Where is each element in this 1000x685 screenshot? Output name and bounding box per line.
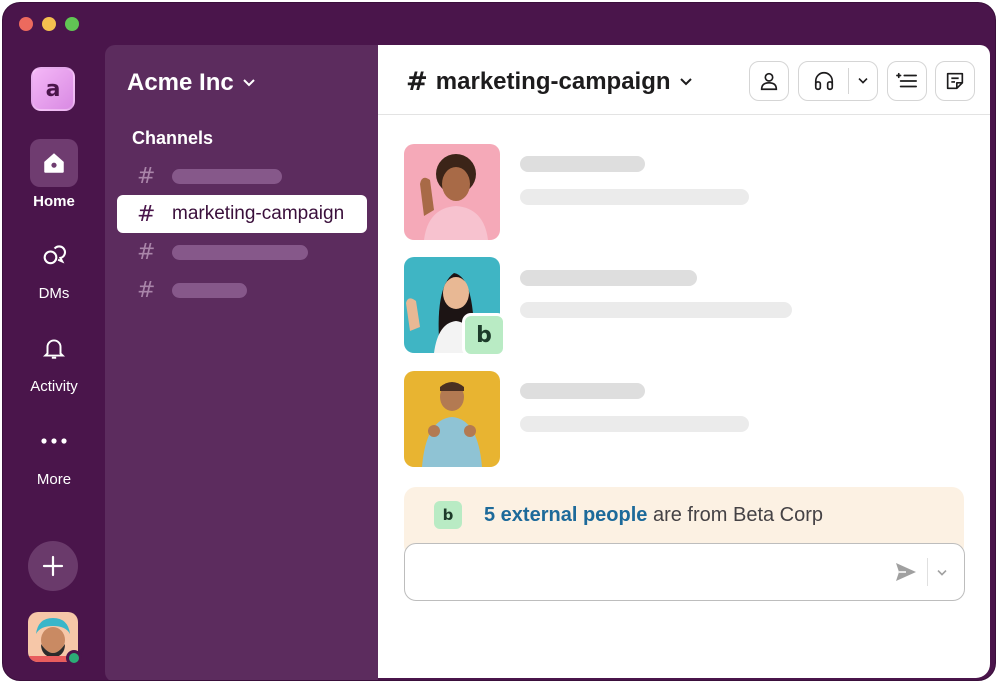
message-text-placeholder: [520, 416, 749, 432]
channels-section-title[interactable]: Channels: [132, 128, 213, 149]
huddle-button[interactable]: [798, 61, 878, 101]
sidebar-channel[interactable]: #: [117, 271, 367, 309]
external-org-badge: b: [462, 313, 506, 357]
person-photo-image: [404, 144, 500, 240]
send-button[interactable]: [894, 561, 918, 588]
workspace-logo-letter: a: [45, 76, 61, 102]
rail-item-dms[interactable]: DMs: [3, 231, 105, 302]
sidebar-channel-marketing-campaign[interactable]: # marketing-campaign: [117, 195, 367, 233]
message-text-placeholder: [520, 302, 792, 318]
chevron-down-icon: [858, 78, 868, 84]
rail-item-label: Activity: [30, 378, 78, 395]
huddle-options-button[interactable]: [849, 77, 877, 85]
note-icon: [946, 72, 964, 90]
channel-name: marketing-campaign: [172, 203, 345, 224]
online-status-indicator: [66, 650, 82, 666]
hash-icon: #: [406, 67, 428, 97]
external-org-badge: b: [434, 501, 462, 529]
chevron-down-icon: [243, 79, 255, 87]
channel-sidebar: Acme Inc Channels # # marketing-campaign…: [105, 45, 378, 680]
composer-divider: [927, 558, 928, 586]
home-icon: [30, 139, 78, 187]
rail-item-more[interactable]: More: [3, 417, 105, 488]
app-window: a Home DMs Activity More Acme Inc Channe…: [2, 2, 996, 681]
channel-name-placeholder: [172, 282, 247, 298]
user-avatar[interactable]: [28, 612, 82, 666]
bell-icon: [30, 324, 78, 372]
message-author-placeholder: [520, 156, 645, 172]
canvas-button[interactable]: [935, 61, 975, 101]
rail-item-activity[interactable]: Activity: [3, 324, 105, 395]
channel-name-placeholder: [172, 244, 308, 260]
channel-details-button[interactable]: [887, 61, 927, 101]
rail-item-home[interactable]: Home: [3, 139, 105, 210]
channel-title-button[interactable]: # marketing-campaign: [406, 67, 693, 97]
chevron-down-icon: [679, 78, 692, 86]
left-rail: a Home DMs Activity More: [3, 3, 105, 680]
external-people-link[interactable]: 5 external people: [484, 504, 647, 526]
headphones-icon: [814, 72, 833, 91]
hash-icon: #: [137, 239, 156, 265]
external-people-text: 5 external people are from Beta Corp: [484, 504, 823, 527]
send-icon: [896, 563, 916, 581]
more-dots-icon: [30, 417, 78, 465]
hash-icon: #: [137, 201, 156, 227]
message-author-placeholder: [520, 270, 697, 286]
external-org-badge-letter: b: [442, 506, 454, 524]
person-icon: [760, 72, 778, 91]
workspace-name: Acme Inc: [127, 69, 234, 96]
workspace-logo[interactable]: a: [31, 67, 75, 111]
channel-name-placeholder: [172, 168, 282, 184]
dms-icon: [30, 231, 78, 279]
send-options-button[interactable]: [936, 564, 948, 582]
list-icon: [896, 72, 917, 88]
rail-item-label: Home: [33, 193, 75, 210]
hash-icon: #: [137, 277, 156, 303]
channel-header: # marketing-campaign: [378, 45, 990, 115]
workspace-switcher[interactable]: Acme Inc: [127, 69, 256, 97]
message-text-placeholder: [520, 189, 749, 205]
sidebar-channel[interactable]: #: [117, 233, 367, 271]
channel-title: marketing-campaign: [435, 68, 671, 95]
rail-item-label: More: [36, 471, 72, 488]
external-people-rest: are from Beta Corp: [647, 504, 824, 526]
message-author-placeholder: [520, 383, 645, 399]
person-photo-image: [404, 371, 500, 467]
message-avatar[interactable]: [404, 144, 500, 240]
message-composer[interactable]: [404, 543, 965, 601]
channel-view: # marketing-campaign b b 5 external peop…: [378, 45, 990, 678]
sidebar-channel[interactable]: #: [117, 157, 367, 195]
external-org-badge-letter: b: [476, 322, 492, 348]
members-button[interactable]: [749, 61, 789, 101]
hash-icon: #: [137, 163, 156, 189]
message-avatar[interactable]: [404, 371, 500, 467]
add-button[interactable]: [28, 541, 78, 591]
rail-item-label: DMs: [38, 285, 70, 302]
chevron-down-icon: [937, 570, 947, 576]
plus-icon: [42, 555, 64, 577]
